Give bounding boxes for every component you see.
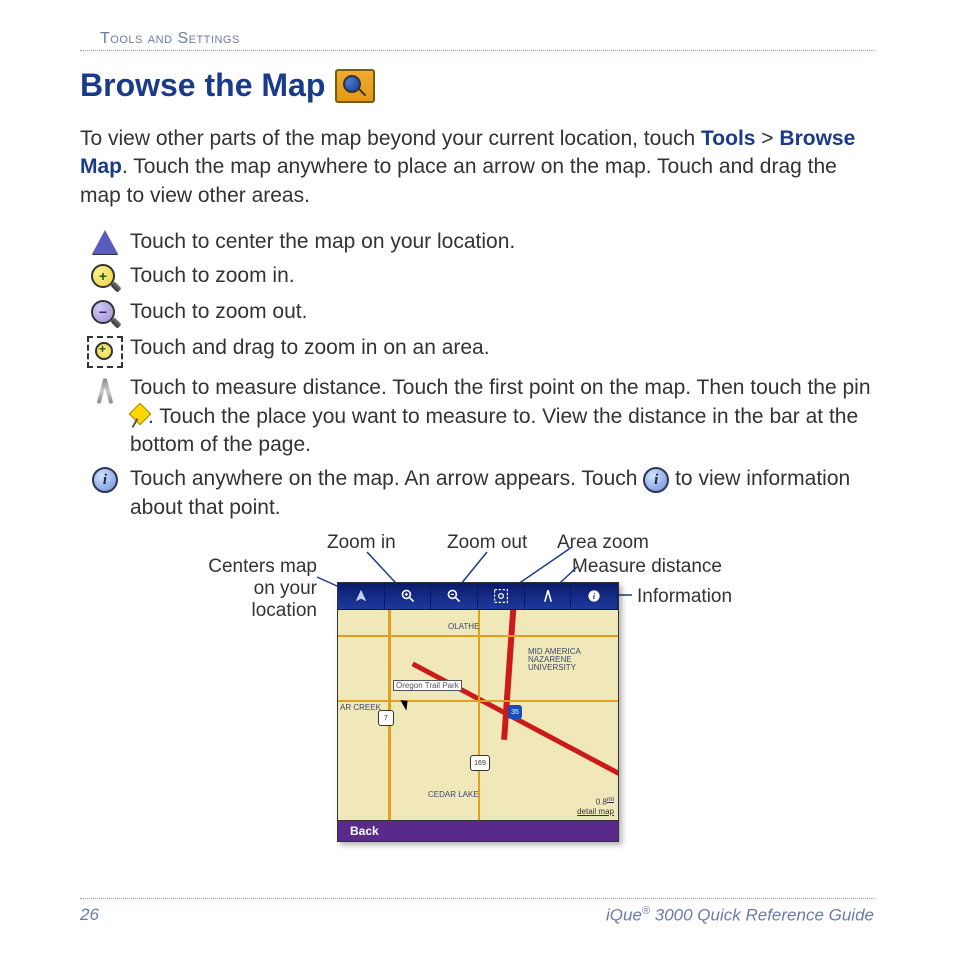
zoom-out-desc: Touch to zoom out. xyxy=(130,298,874,326)
map-label-olathe: OLATHE xyxy=(448,622,479,631)
area-zoom-desc: Touch and drag to zoom in on an area. xyxy=(130,334,874,362)
page-title: Browse the Map xyxy=(80,67,874,104)
callout-zoom-in: Zoom in xyxy=(327,532,396,554)
pin-icon xyxy=(130,408,148,426)
callout-area-zoom: Area zoom xyxy=(557,532,649,554)
toolbar-diagram: Zoom in Zoom out Area zoom Measure dista… xyxy=(167,532,787,862)
map-back-button[interactable]: Back xyxy=(338,820,618,841)
tb-info-icon[interactable]: i xyxy=(571,583,618,609)
tb-zoom-in-icon[interactable] xyxy=(385,583,432,609)
map-shield-35: 35 xyxy=(508,705,522,719)
map-label-cedar: CEDAR LAKE xyxy=(428,790,479,799)
map-poi-label: Oregon Trail Park xyxy=(393,680,462,691)
map-label-manu: MID AMERICA NAZARENE UNIVERSITY xyxy=(528,648,608,672)
tb-area-zoom-icon[interactable] xyxy=(478,583,525,609)
callout-centers: Centers map on your location xyxy=(207,556,317,622)
map-label-arcreek: AR CREEK xyxy=(340,703,381,712)
tb-center-icon[interactable] xyxy=(338,583,385,609)
compass-icon xyxy=(80,374,130,404)
tb-compass-icon[interactable] xyxy=(525,583,572,609)
zoom-in-desc: Touch to zoom in. xyxy=(130,262,874,290)
map-scale: 0.8mi detail map xyxy=(577,796,614,816)
info-icon: i xyxy=(80,465,130,493)
browse-map-icon xyxy=(335,69,375,103)
page-number: 26 xyxy=(80,905,99,926)
info-icon-inline: i xyxy=(643,467,669,493)
center-location-icon xyxy=(80,228,130,254)
measure-desc: Touch to measure distance. Touch the fir… xyxy=(130,374,874,459)
tb-zoom-out-icon[interactable] xyxy=(431,583,478,609)
map-canvas[interactable]: OLATHE AR CREEK MID AMERICA NAZARENE UNI… xyxy=(338,610,618,820)
title-text: Browse the Map xyxy=(80,67,325,104)
page-footer: 26 iQue® 3000 Quick Reference Guide xyxy=(80,898,874,926)
map-shield-7: 7 xyxy=(378,710,394,726)
map-toolbar: i xyxy=(338,583,618,610)
zoom-in-icon: + xyxy=(80,262,130,292)
map-screenshot: i OLATHE AR CREEK MID AMERICA NAZARENE U… xyxy=(337,582,619,842)
area-zoom-icon xyxy=(80,334,130,368)
zoom-out-icon: − xyxy=(80,298,130,328)
info-desc: Touch anywhere on the map. An arrow appe… xyxy=(130,465,874,522)
callout-info: Information xyxy=(637,586,732,608)
center-location-desc: Touch to center the map on your location… xyxy=(130,228,874,256)
map-shield-169: 169 xyxy=(470,755,490,771)
intro-paragraph: To view other parts of the map beyond yo… xyxy=(80,125,874,210)
tools-link-text: Tools xyxy=(701,127,755,150)
footer-title: iQue® 3000 Quick Reference Guide xyxy=(606,905,874,926)
callout-measure: Measure distance xyxy=(572,556,722,578)
callout-zoom-out: Zoom out xyxy=(447,532,527,554)
section-breadcrumb: Tools and Settings xyxy=(80,30,874,51)
